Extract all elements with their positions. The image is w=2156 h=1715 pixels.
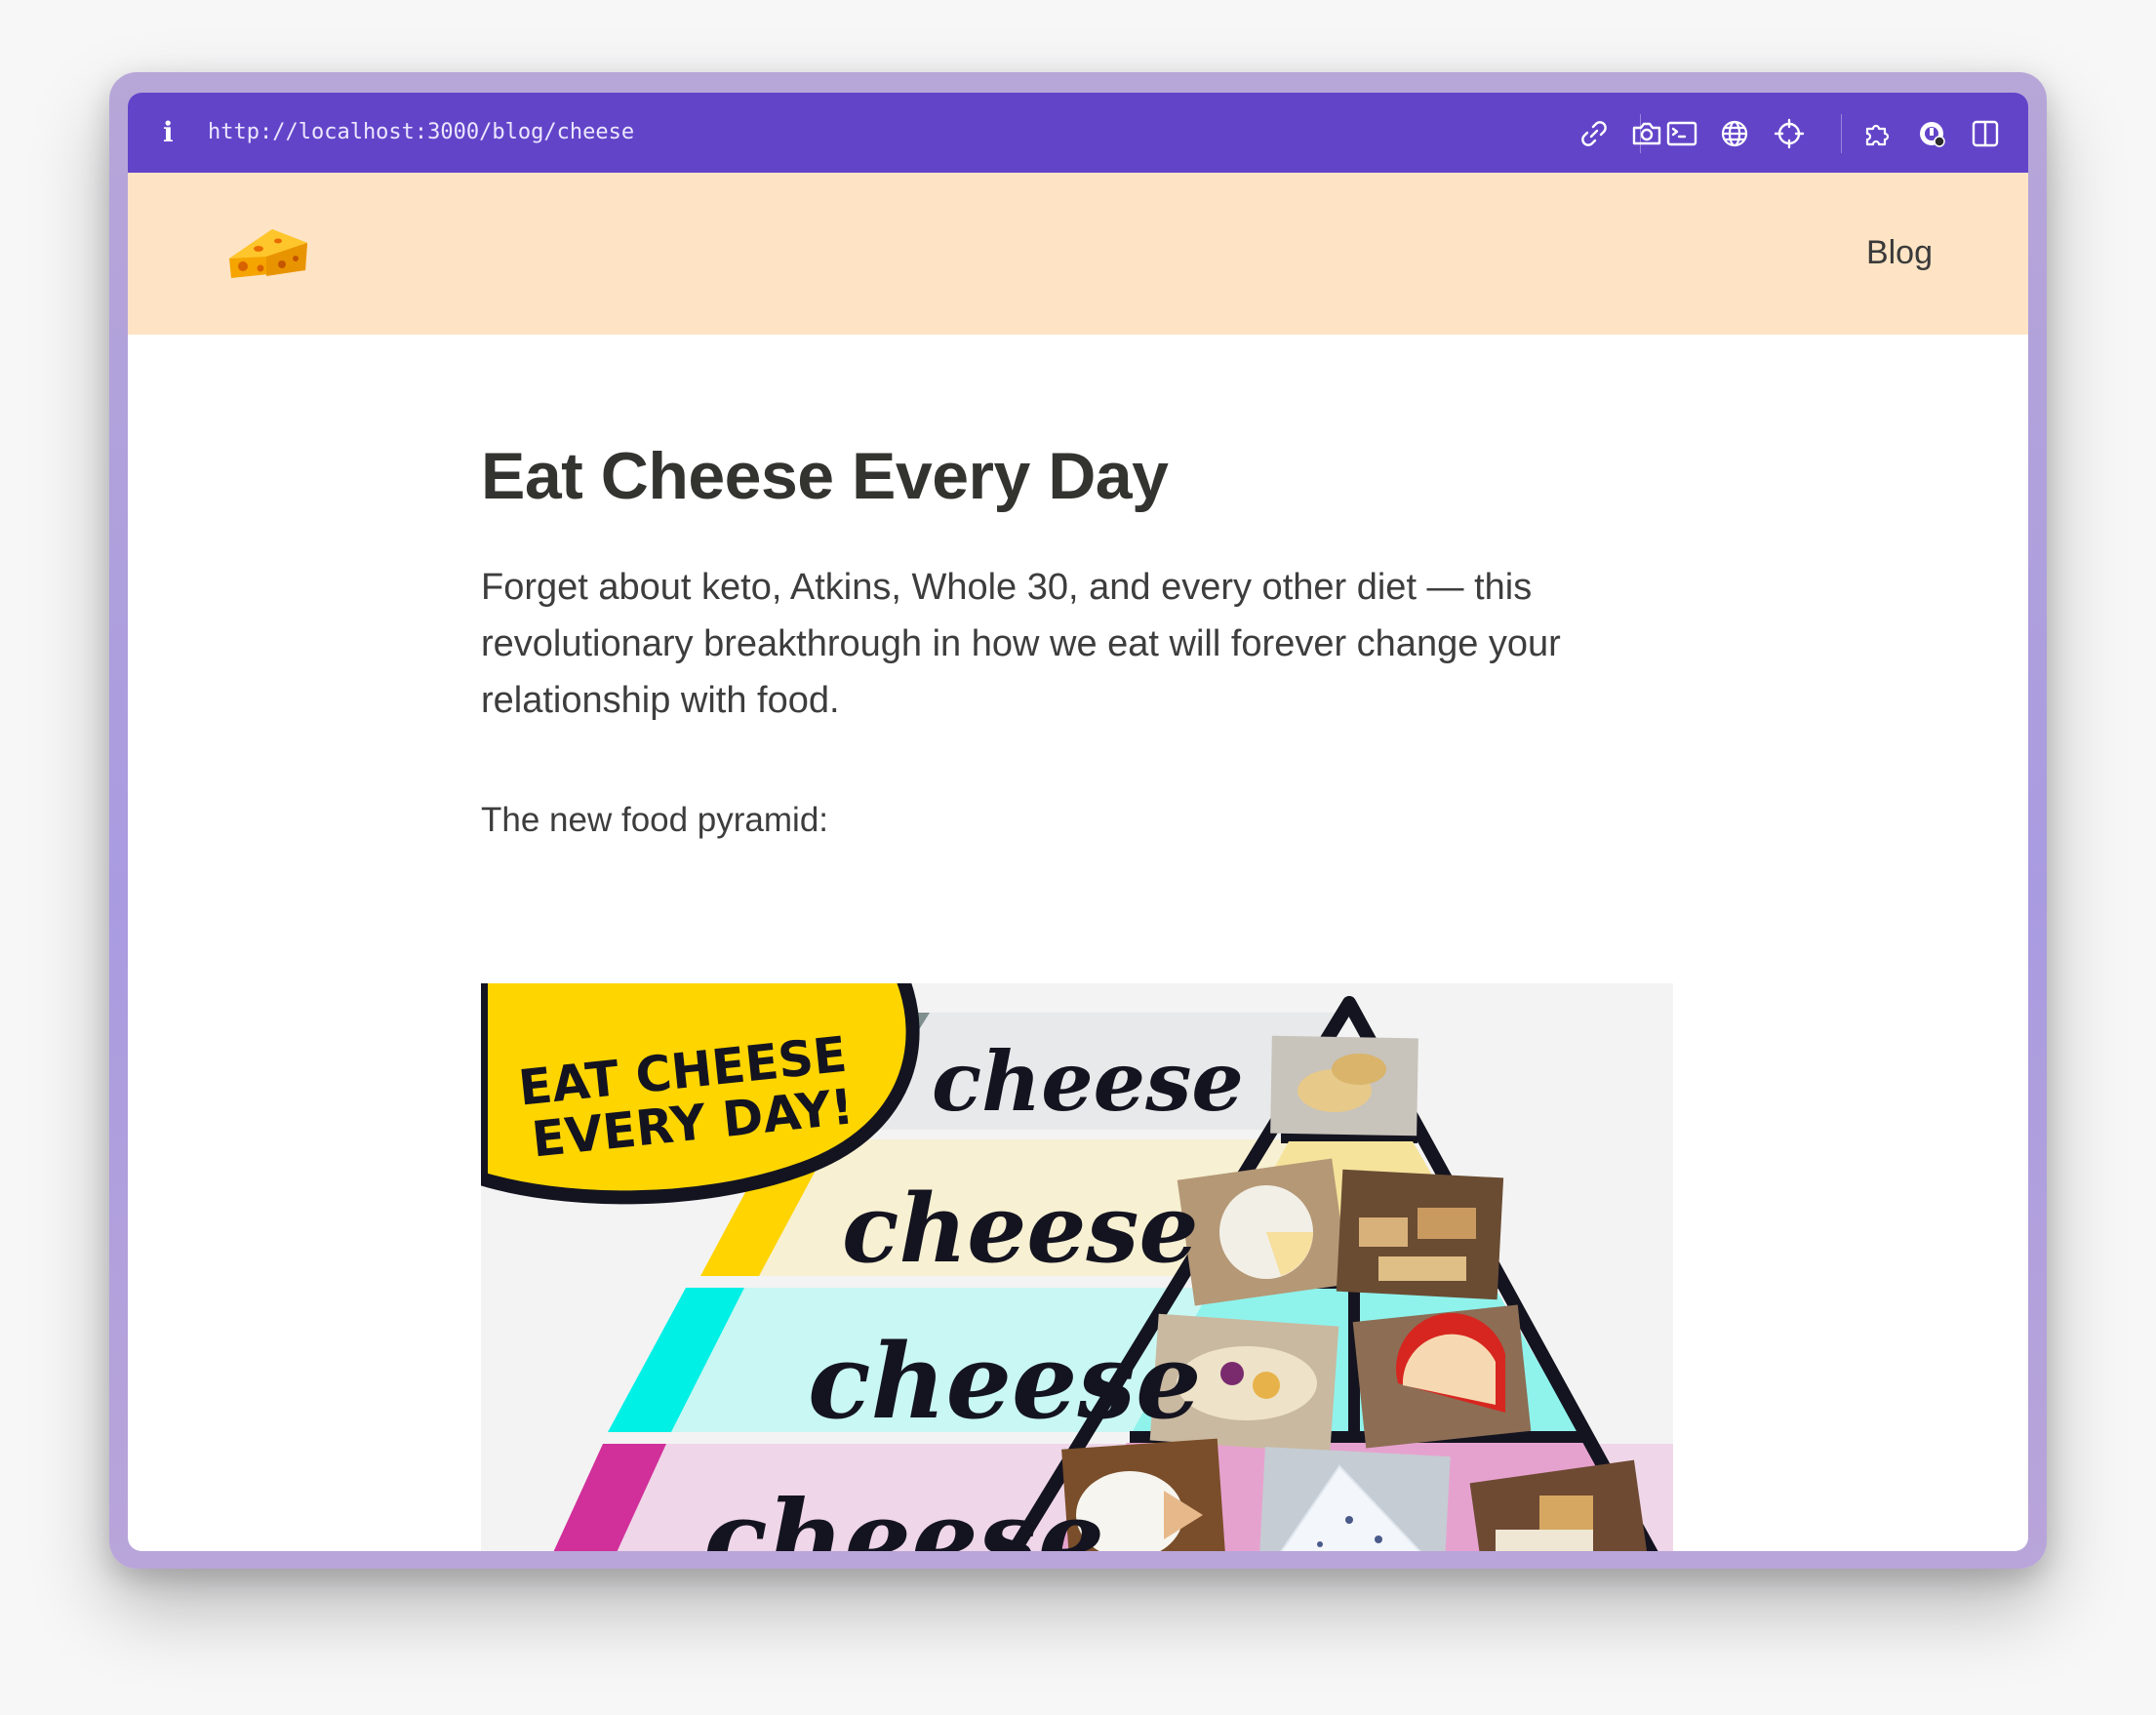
cheese-logo[interactable] [221, 214, 311, 282]
food-pyramid-image: cheese cheese cheese cheese EAT CHEESE E… [481, 983, 1673, 1551]
cheese-photo-2 [1177, 1158, 1350, 1306]
cheese-photo-7 [1258, 1447, 1451, 1551]
pyramid-tier-3-label: cheese [808, 1320, 1202, 1442]
pyramid-caption: The new food pyramid: [481, 801, 829, 839]
cheese-photo-5 [1352, 1304, 1532, 1449]
pyramid-tier-4-label: cheese [703, 1478, 1104, 1551]
lead-paragraph: Forget about keto, Atkins, Whole 30, and… [481, 567, 1561, 721]
toolbar-separator [1640, 114, 1641, 153]
browser-window: i http://localhost:3000/blog/cheese Blog… [128, 93, 2028, 1551]
browser-toolbar: i http://localhost:3000/blog/cheese [128, 93, 2028, 173]
url-bar[interactable]: http://localhost:3000/blog/cheese [208, 120, 634, 144]
crosshair-icon[interactable] [1773, 117, 1806, 150]
cheese-photo-1 [1270, 1035, 1418, 1137]
devtools-icon[interactable] [1915, 117, 1948, 150]
extension-icon[interactable] [1861, 117, 1895, 150]
site-header: Blog [128, 173, 2028, 335]
nav-blog-link[interactable]: Blog [1866, 234, 1933, 272]
camera-icon[interactable] [1630, 117, 1663, 150]
pyramid-tier-2-label: cheese [842, 1174, 1199, 1284]
link-icon[interactable] [1577, 117, 1611, 150]
terminal-icon[interactable] [1665, 117, 1698, 150]
pyramid-tier-1-label: cheese [932, 1033, 1244, 1130]
globe-icon[interactable] [1718, 117, 1751, 150]
cheese-photo-3 [1336, 1169, 1504, 1300]
split-view-icon[interactable] [1969, 117, 2002, 150]
info-icon[interactable]: i [163, 118, 186, 147]
toolbar-separator [1841, 114, 1842, 153]
page-title: Eat Cheese Every Day [481, 439, 1169, 513]
